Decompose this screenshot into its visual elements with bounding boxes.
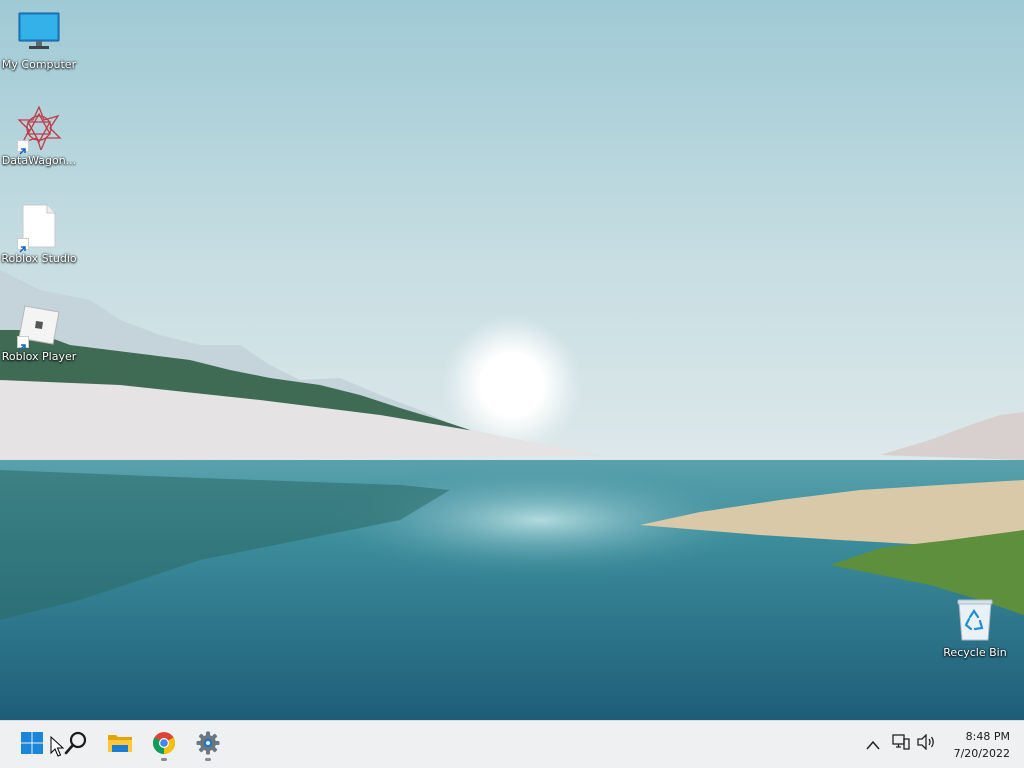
folder-icon — [107, 731, 133, 759]
settings-button[interactable] — [190, 727, 226, 763]
clock[interactable]: 8:48 PM 7/20/2022 — [954, 728, 1010, 762]
desktop-icon-datawagon[interactable]: DataWagon... — [0, 105, 78, 167]
shortcut-arrow-icon — [17, 238, 29, 253]
volume-icon — [916, 733, 936, 754]
desktop-icon-roblox-studio[interactable]: Roblox Studio — [0, 204, 78, 265]
volume-button[interactable] — [915, 733, 937, 755]
datawagon-logo-icon — [15, 105, 63, 155]
blank-file-icon — [15, 204, 63, 253]
network-icon — [892, 734, 910, 754]
monitor-icon — [15, 10, 63, 54]
chrome-button[interactable] — [146, 727, 182, 763]
search-icon — [64, 731, 88, 759]
desktop-icon-label: DataWagon... — [1, 154, 77, 167]
network-button[interactable] — [890, 733, 912, 755]
wallpaper — [0, 0, 1024, 720]
taskbar: 8:48 PM 7/20/2022 — [0, 720, 1024, 768]
desktop-icon-recycle-bin[interactable]: Recycle Bin — [936, 598, 1014, 659]
desktop-icon-label: Recycle Bin — [943, 646, 1007, 659]
desktop-icon-label: Roblox Player — [1, 350, 77, 363]
windows-logo-icon — [20, 731, 44, 759]
clock-time: 8:48 PM — [965, 730, 1010, 743]
gear-icon — [196, 731, 220, 759]
mouse-pointer-icon — [50, 735, 65, 762]
desktop-icon-roblox-player[interactable]: Roblox Player — [0, 302, 78, 363]
shortcut-arrow-icon — [17, 140, 29, 155]
running-indicator — [205, 758, 211, 761]
show-hidden-icons-button[interactable] — [862, 733, 884, 755]
chrome-icon — [152, 731, 176, 759]
clock-date: 7/20/2022 — [953, 747, 1010, 760]
start-button[interactable] — [14, 727, 50, 763]
desktop[interactable]: My Computer DataWagon... Roblox Studio R… — [0, 0, 1024, 720]
chevron-up-icon — [866, 735, 880, 754]
roblox-logo-icon — [15, 302, 63, 351]
running-indicator — [161, 758, 167, 761]
desktop-icon-label: My Computer — [1, 58, 77, 71]
file-explorer-button[interactable] — [102, 727, 138, 763]
recycle-bin-icon — [951, 598, 999, 642]
desktop-icon-my-computer[interactable]: My Computer — [0, 10, 78, 71]
shortcut-arrow-icon — [17, 336, 29, 351]
desktop-icon-label: Roblox Studio — [1, 252, 77, 265]
